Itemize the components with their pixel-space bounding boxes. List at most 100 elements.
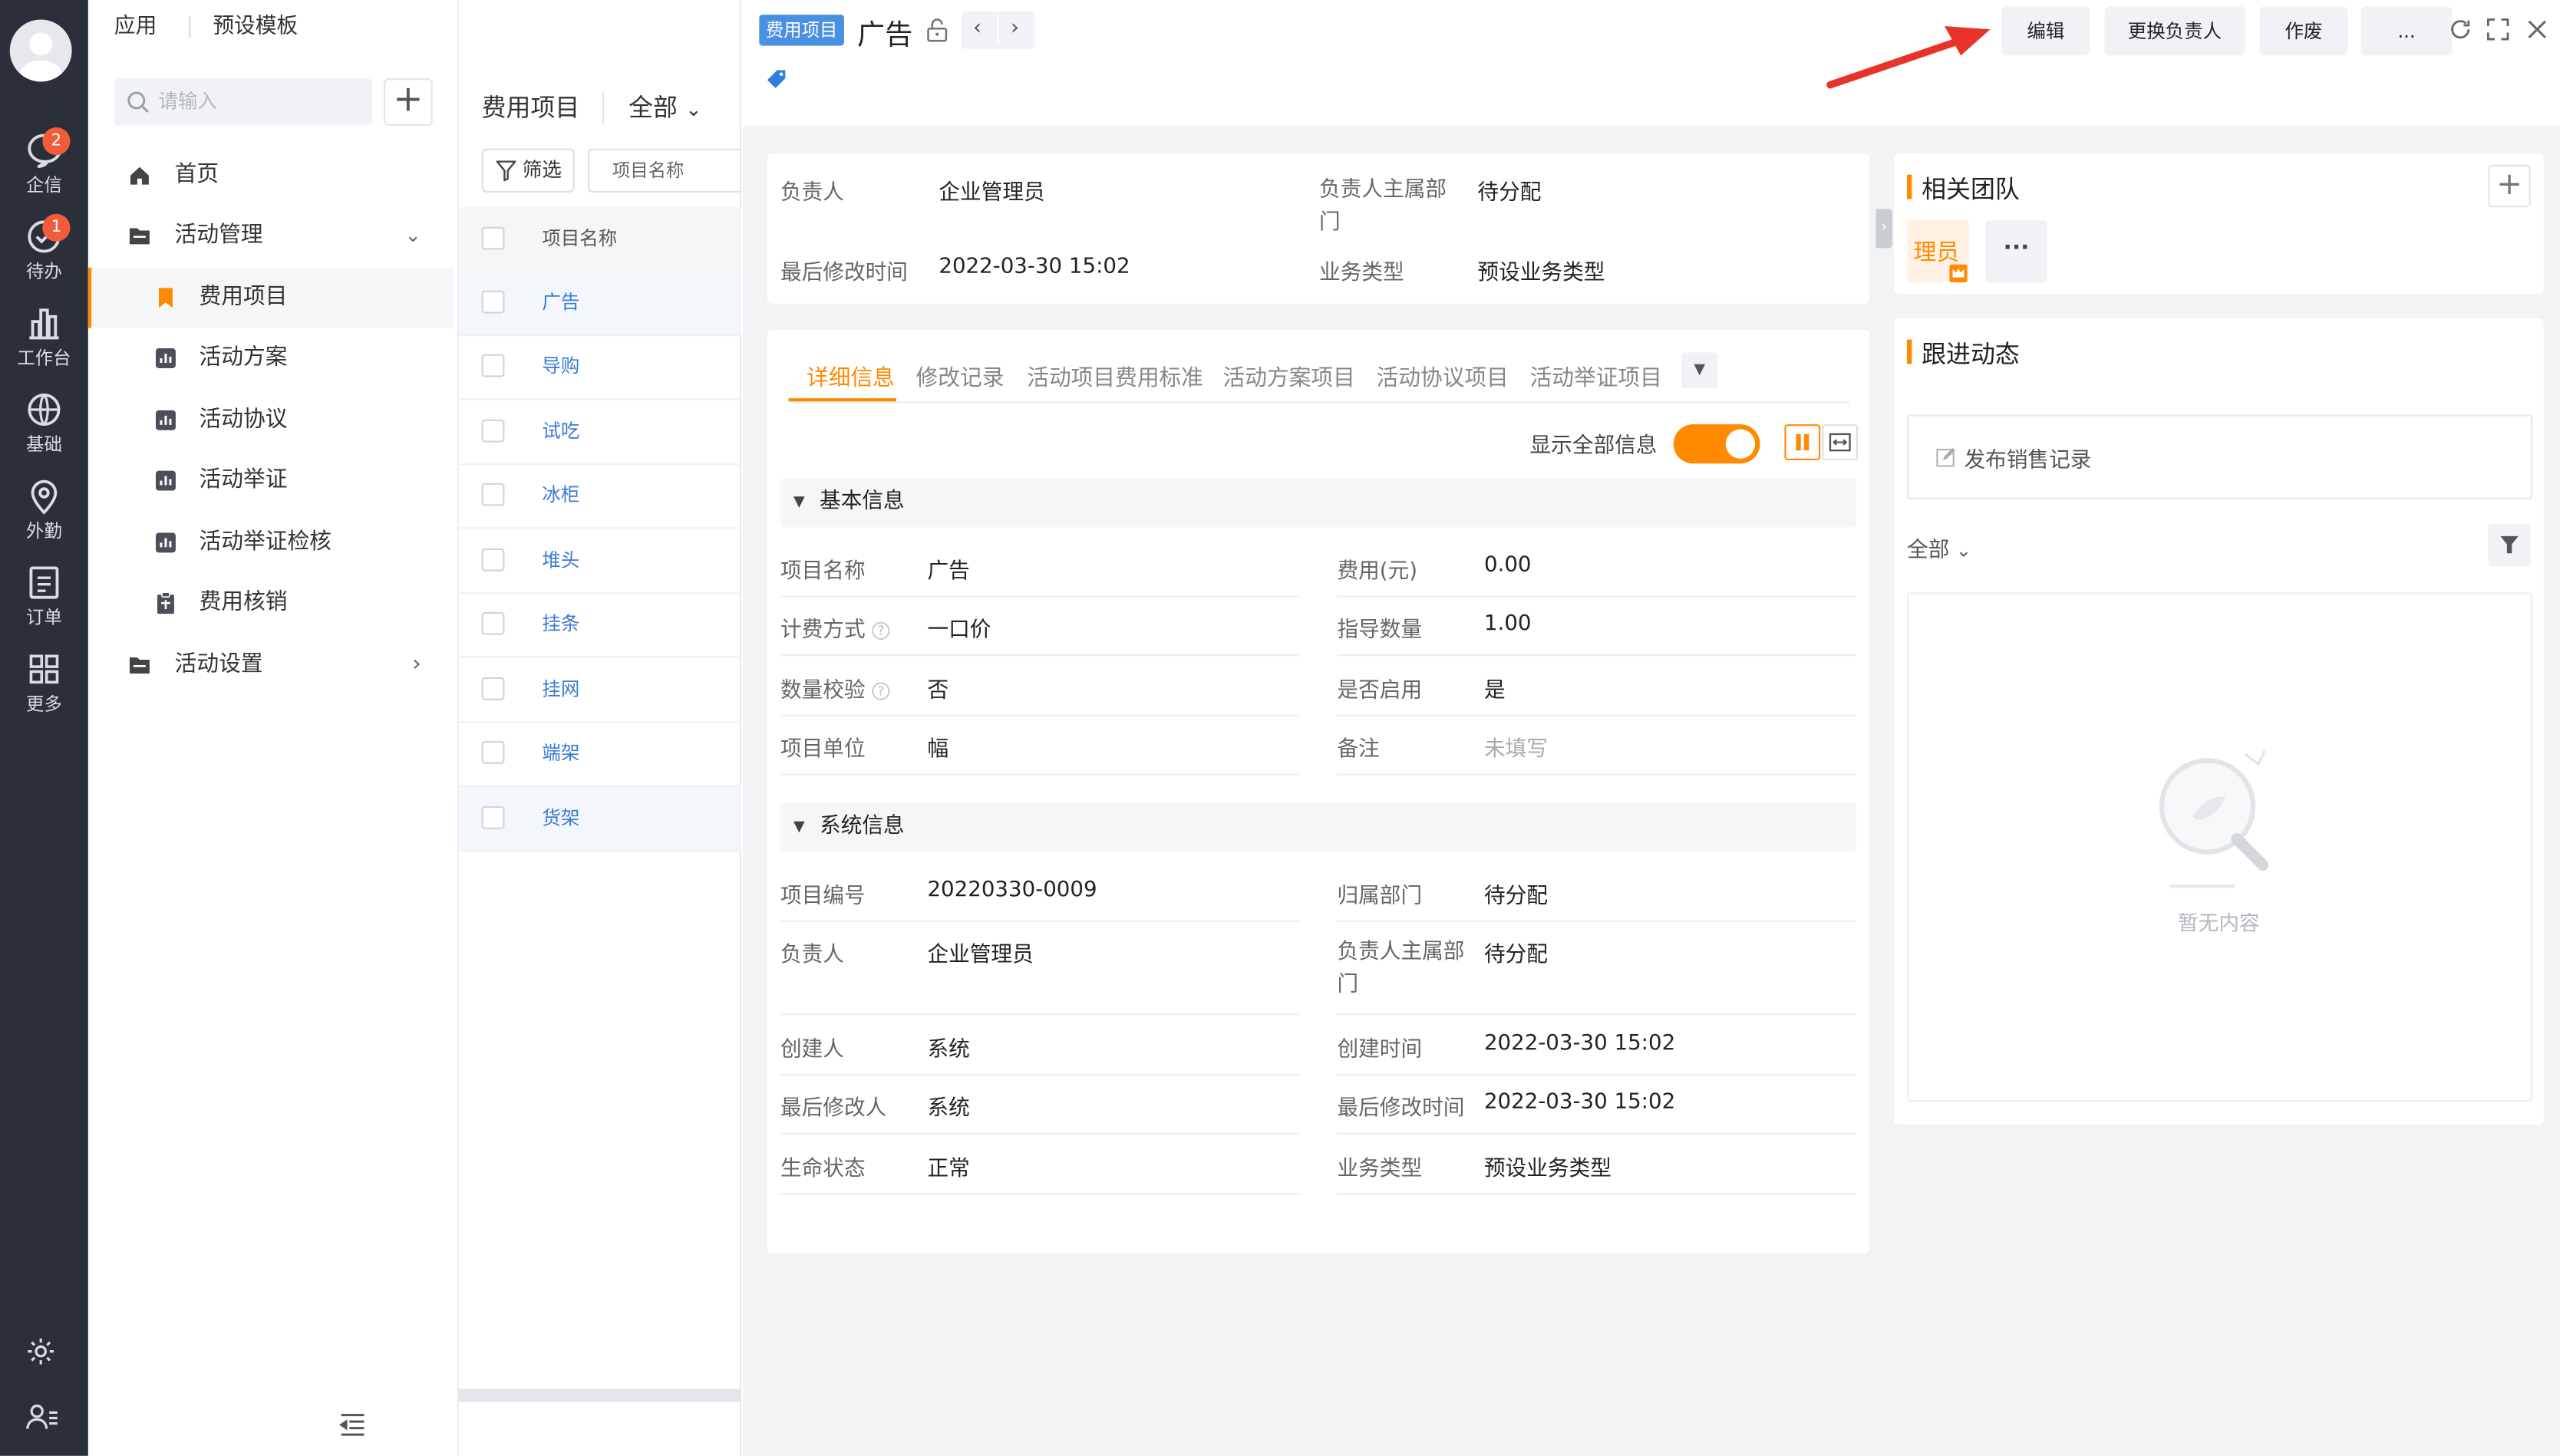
rail-item-field[interactable]: 外勤 xyxy=(0,476,88,558)
previous-record-icon[interactable]: ‹ xyxy=(973,12,981,48)
publish-record-input[interactable]: 发布销售记录 xyxy=(1906,414,2532,500)
section-basic-info[interactable]: ▼ 基本信息 xyxy=(780,478,1857,528)
horizontal-scrollbar[interactable] xyxy=(458,1388,741,1402)
menu-item-label: 活动方案 xyxy=(199,344,288,371)
row-checkbox[interactable] xyxy=(481,740,505,764)
select-all-checkbox[interactable] xyxy=(481,226,505,250)
more-actions-button[interactable]: ... xyxy=(2360,6,2453,56)
tab-details[interactable]: 详细信息 xyxy=(807,359,895,392)
tab-change-log[interactable]: 修改记录 xyxy=(916,359,1005,392)
row-checkbox[interactable] xyxy=(481,354,505,377)
fullscreen-icon[interactable] xyxy=(2486,18,2509,41)
row-link[interactable]: 堆头 xyxy=(542,529,579,592)
tab-proof-items[interactable]: 活动举证项目 xyxy=(1530,359,1662,392)
list-header: 项目名称 xyxy=(458,207,741,272)
list-row[interactable]: 端架 xyxy=(458,721,741,786)
rail-item-todo[interactable]: 待办 1 xyxy=(0,213,88,298)
row-checkbox[interactable] xyxy=(481,611,505,635)
collapse-menu-icon[interactable] xyxy=(338,1413,366,1442)
menu-item-activity-management[interactable]: 活动管理 ⌄ xyxy=(88,206,454,266)
change-owner-button[interactable]: 更换负责人 xyxy=(2104,6,2245,56)
row-link[interactable]: 挂条 xyxy=(542,592,579,656)
tag-label-icon[interactable] xyxy=(764,67,789,91)
unread-badge: 2 xyxy=(42,127,71,156)
tab-preset-templates[interactable]: 预设模板 xyxy=(213,15,298,39)
menu-item-activity-proofs[interactable]: 活动举证 xyxy=(88,450,454,511)
list-row[interactable]: 货架 xyxy=(458,786,741,852)
unlock-icon[interactable] xyxy=(925,18,948,42)
section-system-info[interactable]: ▼ 系统信息 xyxy=(780,802,1857,852)
filter-button[interactable]: 筛选 xyxy=(481,148,575,193)
list-row[interactable]: 导购 xyxy=(458,334,741,400)
void-button[interactable]: 作废 xyxy=(2259,6,2348,56)
row-link[interactable]: 货架 xyxy=(542,786,579,850)
row-link[interactable]: 挂网 xyxy=(542,657,579,721)
rail-item-orders[interactable]: 订单 xyxy=(0,563,88,644)
follow-filter-button[interactable] xyxy=(2488,523,2531,567)
tab-agreement-items[interactable]: 活动协议项目 xyxy=(1377,359,1509,392)
add-button[interactable]: + xyxy=(383,78,433,126)
edit-button[interactable]: 编辑 xyxy=(2001,6,2090,56)
tab-cost-standards[interactable]: 活动项目费用标准 xyxy=(1027,359,1203,392)
row-link[interactable]: 端架 xyxy=(542,721,579,785)
menu-item-proof-audit[interactable]: 活动举证检核 xyxy=(88,512,454,573)
help-icon[interactable]: ? xyxy=(872,621,890,640)
location-pin-icon xyxy=(31,479,58,515)
menu-item-activity-plans[interactable]: 活动方案 xyxy=(88,328,454,389)
rail-item-messages[interactable]: 企信 2 xyxy=(0,127,88,212)
menu-item-activity-settings[interactable]: 活动设置 › xyxy=(88,635,454,696)
row-link[interactable]: 导购 xyxy=(542,334,579,398)
tab-plan-items[interactable]: 活动方案项目 xyxy=(1223,359,1355,392)
team-member-avatar[interactable]: 理员 xyxy=(1906,220,1969,283)
row-checkbox[interactable] xyxy=(481,677,505,700)
search-input[interactable]: 请输入 xyxy=(114,78,373,126)
wide-view-button[interactable] xyxy=(1822,424,1859,460)
row-checkbox[interactable] xyxy=(481,419,505,443)
show-all-toggle[interactable] xyxy=(1673,424,1760,464)
row-checkbox[interactable] xyxy=(481,548,505,572)
row-checkbox[interactable] xyxy=(481,483,505,506)
add-team-member-button[interactable]: + xyxy=(2488,164,2531,208)
more-members-button[interactable]: ··· xyxy=(1985,220,2047,283)
detail-card: 详细信息 修改记录 活动项目费用标准 活动方案项目 活动协议项目 活动举证项目 … xyxy=(767,329,1870,1253)
menu-item-expense-writeoff[interactable]: 费用核销 xyxy=(88,573,454,634)
close-icon[interactable] xyxy=(2525,18,2548,41)
row-checkbox[interactable] xyxy=(481,806,505,829)
menu-item-activity-agreements[interactable]: 活动协议 xyxy=(88,390,454,450)
settings-icon[interactable] xyxy=(25,1335,58,1374)
row-checkbox[interactable] xyxy=(481,290,505,314)
menu-item-expense-items[interactable]: 费用项目 xyxy=(87,267,454,328)
user-settings-icon[interactable] xyxy=(25,1400,61,1439)
list-row[interactable]: 挂网 xyxy=(458,657,741,723)
rail-item-basic[interactable]: 基础 xyxy=(0,390,88,471)
menu-item-home[interactable]: 首页 xyxy=(88,145,454,206)
field-value: 2022-03-30 15:02 xyxy=(1483,1031,1676,1056)
field-label: 业务类型 xyxy=(1337,1157,1423,1182)
row-link[interactable]: 冰柜 xyxy=(542,463,579,527)
tabs-overflow-dropdown[interactable]: ▼ xyxy=(1681,352,1718,389)
list-row[interactable]: 广告 xyxy=(458,271,741,336)
collapse-sidebar-handle[interactable]: › xyxy=(1875,209,1892,249)
refresh-icon[interactable] xyxy=(2449,18,2472,41)
list-row[interactable]: 试吃 xyxy=(458,400,741,465)
help-icon[interactable]: ? xyxy=(872,682,890,700)
field-value: 企业管理员 xyxy=(939,181,1045,206)
two-column-view-button[interactable] xyxy=(1784,424,1821,460)
list-row[interactable]: 堆头 xyxy=(458,529,741,594)
user-avatar[interactable] xyxy=(9,19,72,82)
list-row[interactable]: 挂条 xyxy=(458,592,741,657)
rail-item-more[interactable]: 更多 xyxy=(0,650,88,731)
column-filter-select[interactable]: 项目名称 xyxy=(587,148,741,193)
show-all-label: 显示全部信息 xyxy=(1529,433,1658,459)
row-link[interactable]: 试吃 xyxy=(542,400,579,463)
rail-item-workbench[interactable]: 工作台 xyxy=(0,304,88,385)
row-link[interactable]: 广告 xyxy=(542,271,579,334)
next-record-icon[interactable]: › xyxy=(1011,12,1019,48)
scope-dropdown[interactable]: 全部 ⌄ xyxy=(628,90,701,124)
follow-filter-dropdown[interactable]: 全部 ⌄ xyxy=(1907,532,1971,563)
field-label: 备注 xyxy=(1337,737,1380,763)
chevron-down-icon: ⌄ xyxy=(1956,540,1971,562)
list-row[interactable]: 冰柜 xyxy=(458,463,741,529)
tab-apps[interactable]: 应用 xyxy=(114,15,157,39)
related-team-card: 相关团队 + 理员 ··· xyxy=(1893,153,2544,294)
